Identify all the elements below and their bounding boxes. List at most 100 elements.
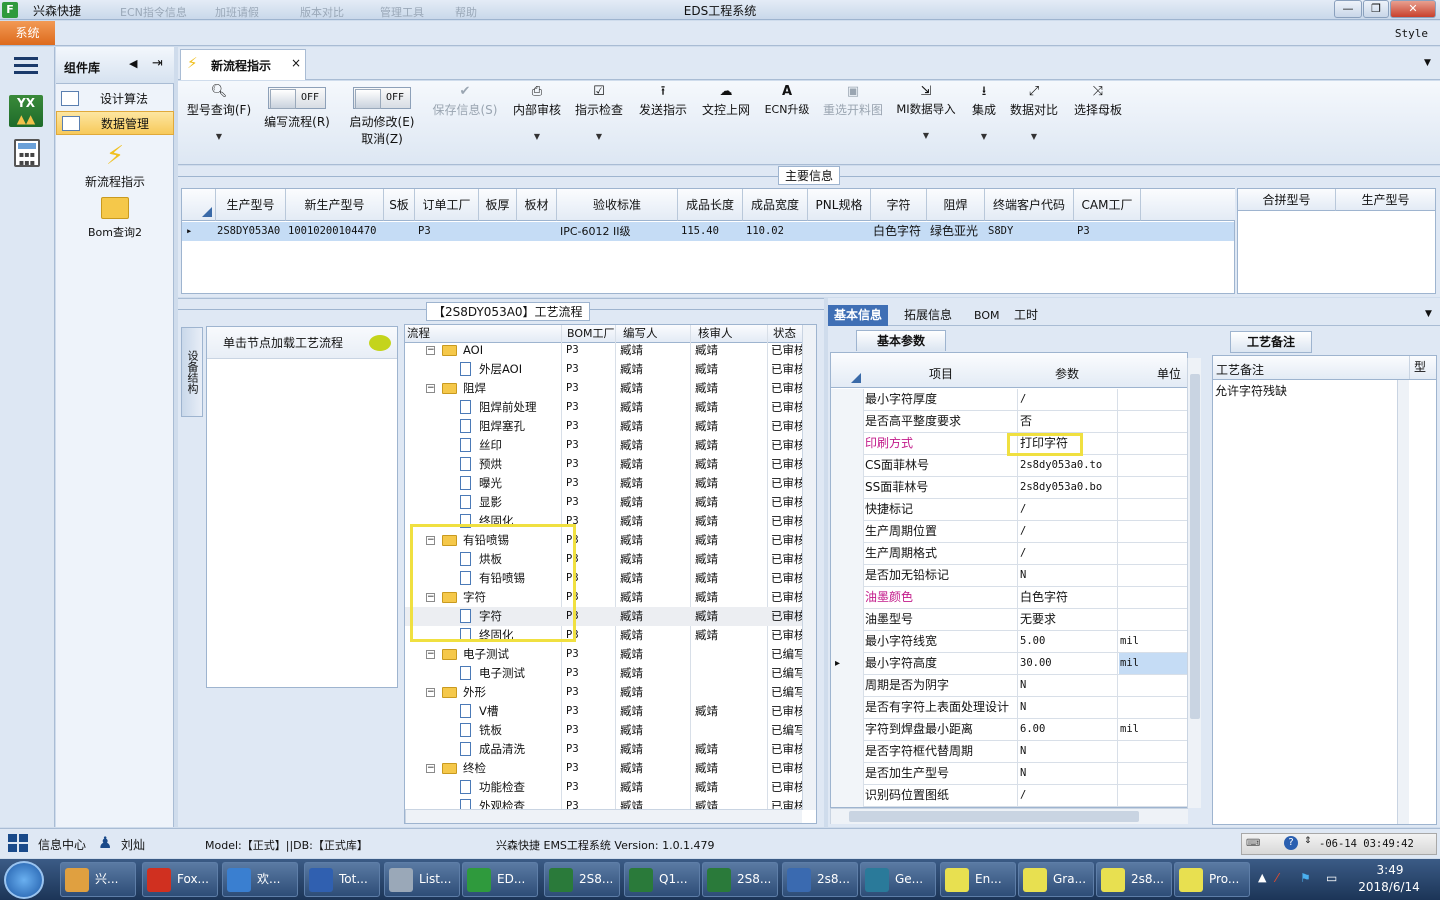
col-header[interactable]: 单位 <box>1157 365 1181 382</box>
tab-extended-info[interactable]: 拓展信息 <box>898 305 958 326</box>
param-row[interactable]: 字符到焊盘最小距离 6.00 mil <box>831 719 1187 741</box>
param-value[interactable]: / <box>1019 499 1118 521</box>
col-header[interactable]: 验收标准 <box>557 189 678 221</box>
param-row[interactable]: 油墨颜色 白色字符 <box>831 587 1187 609</box>
cell[interactable]: 2S8DY053A0 <box>217 222 280 241</box>
write-flow-toggle[interactable]: OFF 编写流程(R) <box>262 81 332 163</box>
param-row[interactable]: CS面菲林号 2s8dy053a0.to <box>831 455 1187 477</box>
dropdown-caret-icon[interactable]: ▼ <box>1008 132 1060 141</box>
param-row[interactable]: 是否高平整度要求否 <box>831 411 1187 433</box>
tab-list-chevron-icon[interactable]: ▼ <box>1424 58 1431 68</box>
tab-new-flow-instruction[interactable]: ⚡ 新流程指示 × <box>180 49 306 80</box>
cell[interactable]: 115.40 <box>681 222 719 241</box>
tray-icon-1[interactable]: ⁄ <box>1276 871 1278 885</box>
taskbar-item[interactable]: 2S8... <box>702 862 778 897</box>
taskbar-item[interactable]: 2s8... <box>782 862 858 897</box>
param-row[interactable]: 快捷标记 / <box>831 499 1187 521</box>
tree-row[interactable]: − 终检 P3 臧靖 臧靖 已审核 <box>405 759 802 778</box>
param-row[interactable]: 识别码位置图纸 / <box>831 785 1187 807</box>
taskbar-item[interactable]: 2S8... <box>544 862 620 897</box>
col-header[interactable]: 字符 <box>871 189 927 221</box>
tree-row[interactable]: V槽 P3 臧靖 臧靖 已审核 <box>405 702 802 721</box>
col-header[interactable]: 合拼型号 <box>1238 189 1336 211</box>
network-icon[interactable]: ▭ <box>1326 871 1337 885</box>
param-row[interactable]: 是否加无铅标记 N <box>831 565 1187 587</box>
help-icon[interactable]: ? <box>1284 836 1298 850</box>
col-header[interactable]: CAM工厂 <box>1074 189 1141 221</box>
tab-work-hours[interactable]: 工时 <box>1008 305 1044 326</box>
taskbar-item[interactable]: ED... <box>462 862 538 897</box>
send-instruction-button[interactable]: ⭱ 发送指示 <box>635 81 691 163</box>
minimize-button[interactable]: — <box>1334 0 1362 18</box>
col-header[interactable]: 参数 <box>1055 365 1079 382</box>
taskbar-item[interactable]: Gra... <box>1018 862 1094 897</box>
param-row[interactable]: ▸ 最小字符高度 30.00 mil <box>831 653 1187 675</box>
param-row[interactable]: SS面菲林号 2s8dy053a0.bo <box>831 477 1187 499</box>
maximize-button[interactable]: ❐ <box>1363 0 1389 18</box>
taskbar-item[interactable]: Tot... <box>304 862 380 897</box>
data-compare-button[interactable]: ⤢ 数据对比 ▼ <box>1008 81 1060 163</box>
internal-review-button[interactable]: ⎙ 内部审核 ▼ <box>510 81 564 163</box>
process-note-text[interactable]: 允许字符残缺 <box>1215 382 1287 399</box>
tree-row[interactable]: − 外形 P3 臧靖 已编写 <box>405 683 802 702</box>
tree-row[interactable]: 铣板 P3 臧靖 已编写 <box>405 721 802 740</box>
param-value[interactable]: N <box>1019 741 1118 763</box>
close-button[interactable]: ✕ <box>1390 0 1436 18</box>
param-value[interactable]: 白色字符 <box>1019 587 1118 609</box>
param-row[interactable]: 是否加生产型号 N <box>831 763 1187 785</box>
dropdown-caret-icon[interactable]: ▼ <box>968 132 1000 141</box>
mi-data-import-button[interactable]: ⇲ MI数据导入 ▼ <box>894 81 958 163</box>
col-header[interactable]: 订单工厂 <box>415 189 479 221</box>
param-value[interactable]: / <box>1019 543 1118 565</box>
system-menu-button[interactable]: 系统 <box>0 21 55 45</box>
integrate-button[interactable]: ⭳ 集成 ▼ <box>968 81 1000 163</box>
col-header[interactable]: 新生产型号 <box>286 189 384 221</box>
cell[interactable]: S8DY <box>988 222 1013 241</box>
param-value[interactable]: 2s8dy053a0.bo <box>1019 477 1118 499</box>
param-row[interactable]: 最小字符厚度 / <box>831 389 1187 411</box>
taskbar-item[interactable]: Q1... <box>624 862 700 897</box>
tree-row[interactable]: 成品清洗 P3 臧靖 臧靖 已审核 <box>405 740 802 759</box>
toggle-switch[interactable]: OFF <box>353 87 411 109</box>
tree-row[interactable]: 预烘 P3 臧靖 臧靖 已审核 <box>405 455 802 474</box>
params-vertical-scrollbar[interactable] <box>1187 358 1201 808</box>
cell[interactable]: P3 <box>1077 222 1090 241</box>
tree-row[interactable]: 显影 P3 臧靖 臧靖 已审核 <box>405 493 802 512</box>
col-header[interactable]: S板 <box>384 189 415 221</box>
taskbar-item[interactable]: Ge... <box>860 862 936 897</box>
tool-bom-query[interactable]: Bom查询2 <box>56 197 174 240</box>
collapse-left-icon[interactable]: ◀ <box>129 57 137 70</box>
tree-horizontal-scrollbar[interactable] <box>405 809 802 823</box>
col-header[interactable]: 型 <box>1409 356 1436 379</box>
param-value[interactable]: N <box>1019 763 1118 785</box>
param-row[interactable]: 是否字符框代替周期 N <box>831 741 1187 763</box>
yx-factory-icon[interactable]: YX ▲▲ <box>9 95 43 127</box>
col-header[interactable]: 成品宽度 <box>743 189 808 221</box>
cell[interactable]: 110.02 <box>746 222 784 241</box>
clock-date[interactable]: 2018/6/14 <box>1356 880 1422 894</box>
tabs-dropdown-chevron-icon[interactable]: ▼ <box>1425 309 1432 319</box>
start-modify-toggle[interactable]: OFF 启动修改(E) 取消(Z) <box>344 81 420 163</box>
ribbon-sublabel[interactable]: 取消(Z) <box>344 130 420 147</box>
dropdown-caret-icon[interactable]: ▼ <box>184 132 254 141</box>
taskbar-item[interactable]: 欢... <box>222 862 298 897</box>
param-row[interactable]: 最小字符线宽 5.00 mil <box>831 631 1187 653</box>
tab-bom[interactable]: BOM <box>968 305 1006 326</box>
tab-basic-info[interactable]: 基本信息 <box>828 305 889 326</box>
tray-arrow-icon[interactable]: ▲ <box>1258 871 1266 884</box>
start-button[interactable] <box>4 861 44 899</box>
nav-item-data-management[interactable]: 数据管理 <box>56 111 174 135</box>
dropdown-caret-icon[interactable]: ▼ <box>894 131 958 140</box>
basic-params-grid[interactable]: 项目 参数 单位 最小字符厚度 / 是否高平整度要求否印刷方式 打印字符 CS面菲林号 2… <box>830 352 1188 808</box>
tree-vertical-scrollbar[interactable] <box>802 325 816 810</box>
model-query-button[interactable]: 🔍︎ 型号查询(F) ▼ <box>184 81 254 163</box>
collapse-icon[interactable]: − <box>426 764 435 773</box>
col-header[interactable]: 板厚 <box>479 189 517 221</box>
col-header[interactable]: 生产型号 <box>1336 189 1435 211</box>
param-value[interactable]: N <box>1019 675 1118 697</box>
instruction-check-button[interactable]: ☑ 指示检查 ▼ <box>572 81 626 163</box>
param-row[interactable]: 油墨型号 无要求 <box>831 609 1187 631</box>
collapse-icon[interactable]: − <box>426 688 435 697</box>
param-unit[interactable]: mil <box>1119 719 1187 740</box>
tree-row[interactable]: − AOI P3 臧靖 臧靖 已审核 <box>405 341 802 360</box>
